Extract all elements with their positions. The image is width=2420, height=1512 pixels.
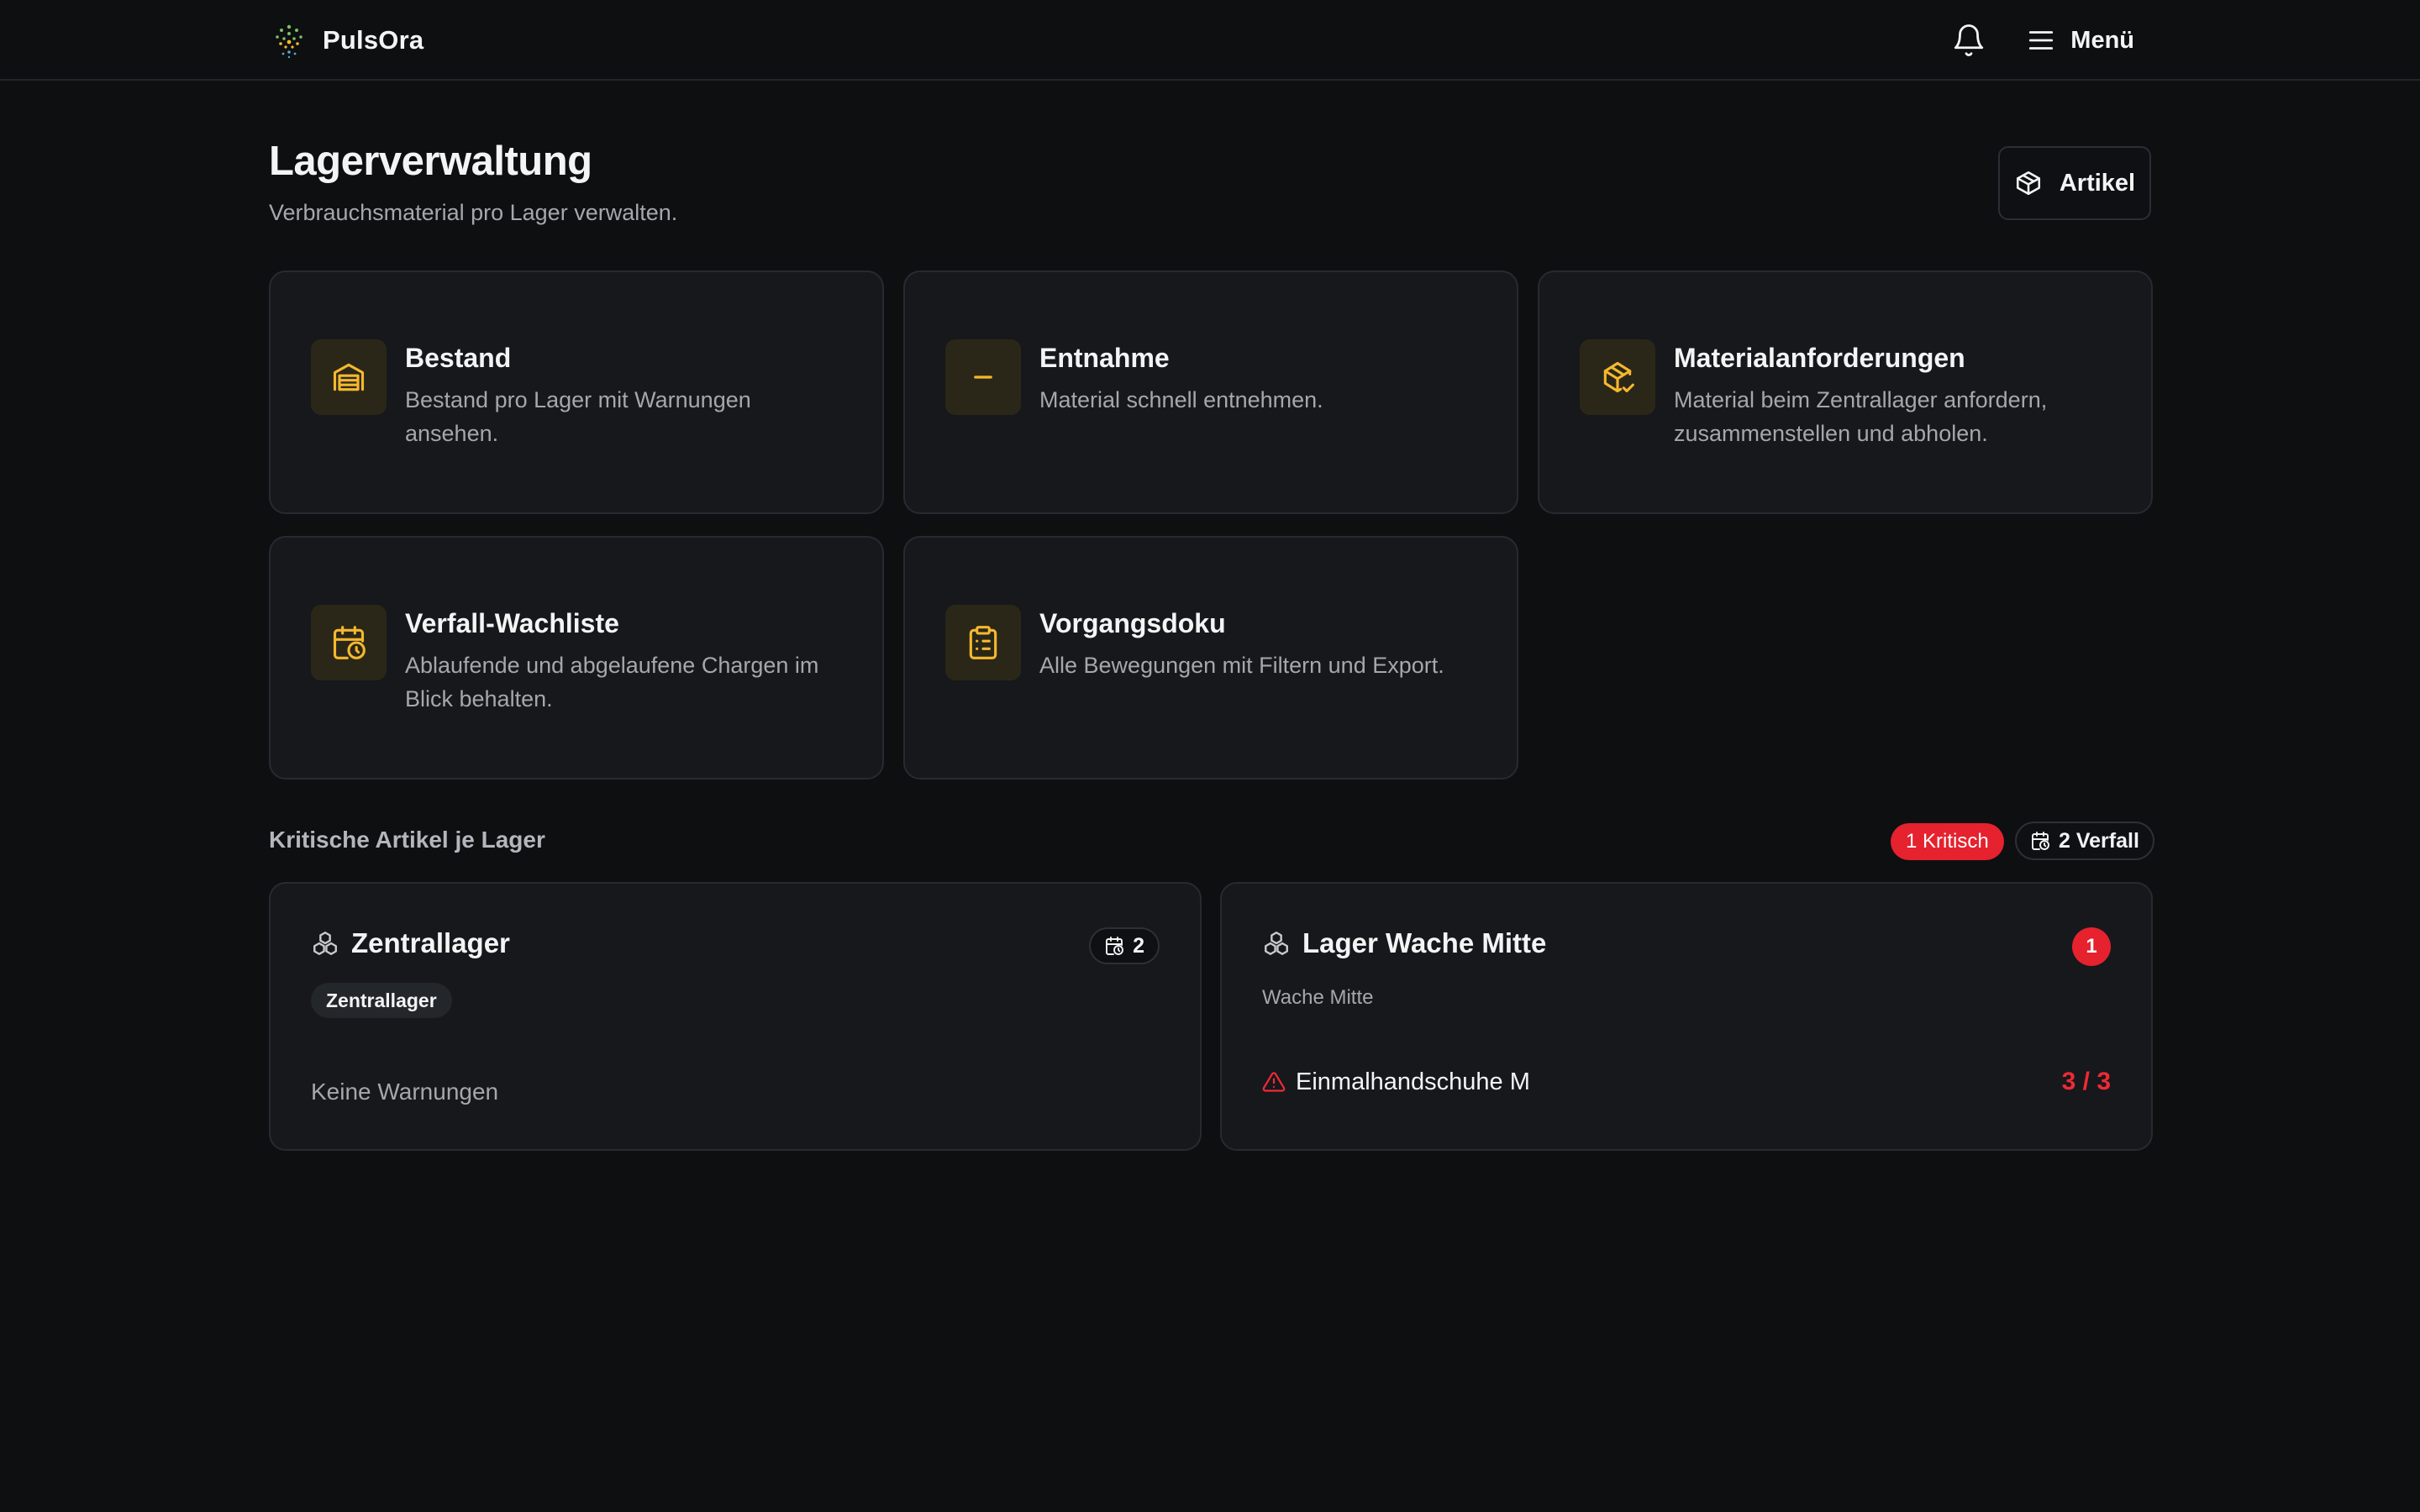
location-name: Lager Wache Mitte [1302,927,1547,958]
expiry-count-pill[interactable]: 2 [1089,927,1160,964]
menu-label: Menü [2070,26,2134,54]
warning-triangle-icon [1262,1072,1286,1092]
warehouse-icon [333,363,365,391]
warning-item-name: Einmalhandschuhe M [1296,1068,1530,1095]
calendar-clock-icon [1106,937,1124,955]
critical-count-dot: 1 [2072,927,2111,966]
feature-card-materialanforderungen[interactable]: Materialanforderungen Material beim Zent… [1538,270,2153,514]
feature-description: Alle Bewegungen mit Filtern und Export. [1039,653,1444,678]
feature-description: Ablaufende und abgelaufene Chargen im Bl… [405,653,819,711]
feature-description: Material schnell entnehmen. [1039,387,1323,412]
feature-icon-tile [945,605,1021,680]
empty-state-text: Keine Warnungen [311,1079,499,1105]
logo-icon [276,24,302,59]
expiry-count-badge[interactable]: 2 Verfall [2015,822,2154,860]
clipboard-list-icon [969,626,997,659]
location-card-lager-wache-mitte[interactable]: Lager Wache Mitte 1 Wache Mitte Einmalha… [1220,882,2153,1151]
menu-button[interactable]: Menü [2025,24,2134,56]
feature-card-bestand[interactable]: Bestand Bestand pro Lager mit Warnungen … [269,270,884,514]
feature-icon-tile [1580,339,1655,415]
boxes-icon [1265,932,1288,955]
location-sublabel: Wache Mitte [1262,986,1374,1009]
boxes-icon [313,932,337,955]
articles-button-label: Artikel [2059,169,2136,197]
expiry-count: 2 [1133,933,1144,958]
feature-title: Verfall-Wachliste [405,608,619,638]
feature-icon-tile [311,605,387,680]
feature-card-vorgangsdoku[interactable]: Vorgangsdoku Alle Bewegungen mit Filtern… [903,536,1518,780]
top-bar: PulsOra Menü [0,0,2420,81]
critical-section-title: Kritische Artikel je Lager [269,827,545,853]
articles-button[interactable]: Artikel [1998,146,2151,220]
location-tag: Zentrallager [311,983,452,1018]
critical-count-badge[interactable]: 1 Kritisch [1891,823,2004,860]
feature-card-entnahme[interactable]: Entnahme Material schnell entnehmen. [903,270,1518,514]
calendar-clock-icon [333,626,366,659]
page-subtitle: Verbrauchsmaterial pro Lager verwalten. [269,200,678,225]
feature-card-verfall-wachliste[interactable]: Verfall-Wachliste Ablaufende und abgelau… [269,536,884,780]
warning-item-quantity: 3 / 3 [2061,1068,2111,1095]
feature-title: Bestand [405,343,512,373]
feature-description: Bestand pro Lager mit Warnungen ansehen. [405,387,751,446]
feature-description: Material beim Zentrallager anfordern, zu… [1674,387,2048,446]
feature-icon-tile [311,339,387,415]
location-card-zentrallager[interactable]: Zentrallager 2 Zentrallager Keine Warnun… [269,882,1202,1151]
minus-icon [974,375,992,379]
warning-item-row[interactable]: Einmalhandschuhe M 3 / 3 [1262,1065,2111,1099]
app-name: PulsOra [323,25,424,55]
package-check-icon [1603,361,1634,393]
location-name: Zentrallager [351,927,510,958]
expiry-badge-label: 2 Verfall [2059,828,2139,853]
feature-icon-tile [945,339,1021,415]
brand[interactable]: PulsOra [269,0,424,81]
hamburger-icon [2029,31,2054,50]
notifications-button[interactable] [1951,23,1986,58]
feature-title: Materialanforderungen [1674,343,1965,373]
feature-title: Entnahme [1039,343,1170,373]
calendar-clock-icon [2032,832,2049,850]
page-title: Lagerverwaltung [269,139,592,184]
package-icon [2016,171,2040,196]
bell-icon [1954,24,1984,56]
feature-title: Vorgangsdoku [1039,608,1226,638]
